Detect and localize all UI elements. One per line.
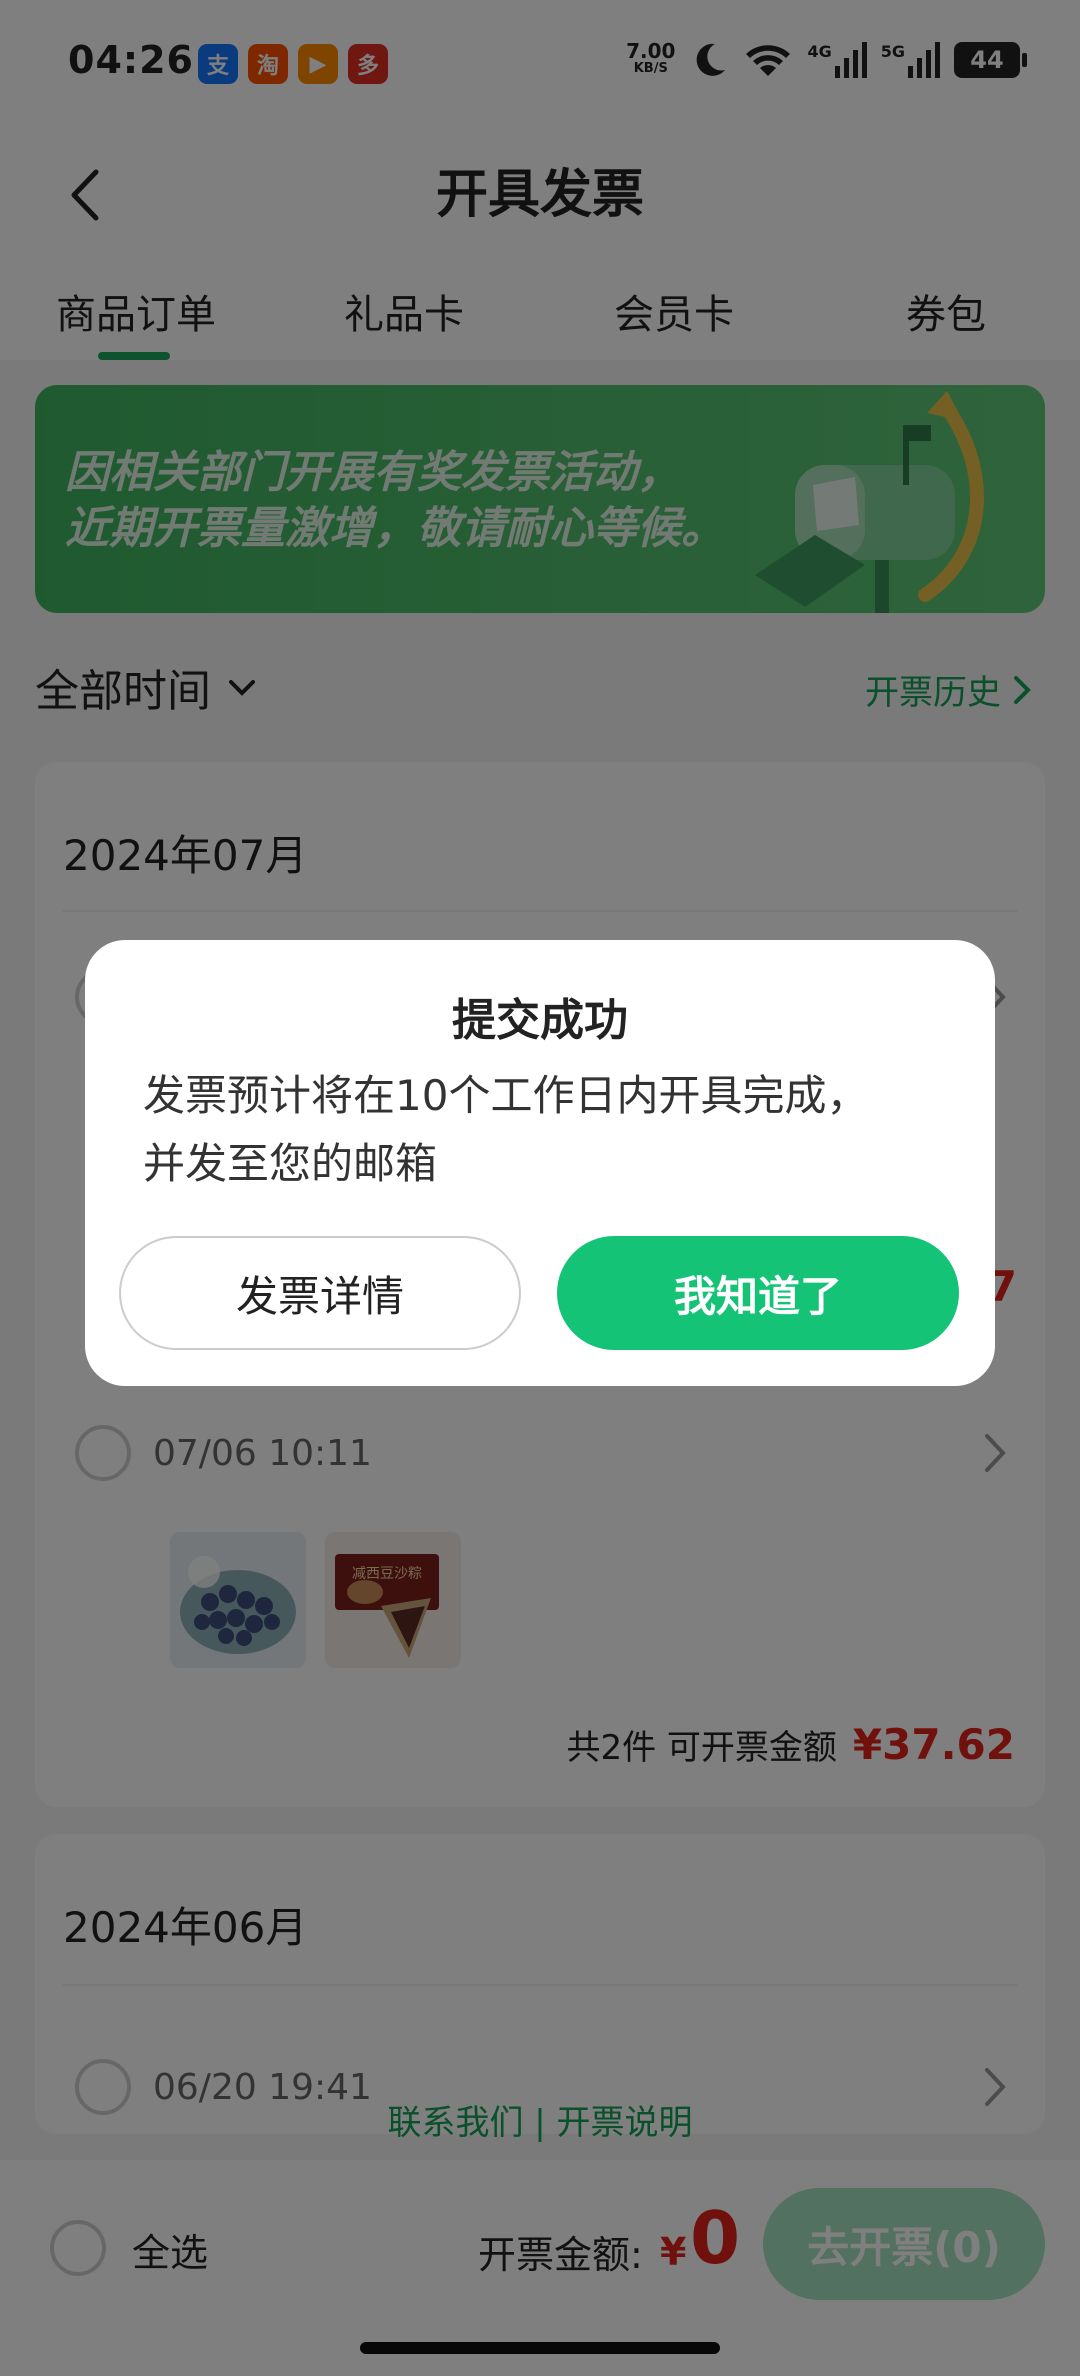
dialog-message: 发票预计将在10个工作日内开具完成， 并发至您的邮箱 — [143, 1062, 943, 1198]
dialog-message-line-2: 并发至您的邮箱 — [143, 1139, 438, 1188]
got-it-button[interactable]: 我知道了 — [557, 1236, 959, 1350]
dialog-title: 提交成功 — [452, 995, 628, 1046]
invoice-details-button[interactable]: 发票详情 — [119, 1236, 521, 1350]
dialog-message-line-1: 发票预计将在10个工作日内开具完成， — [143, 1071, 869, 1120]
submit-success-dialog: 提交成功 发票预计将在10个工作日内开具完成， 并发至您的邮箱 发票详情 我知道… — [85, 940, 995, 1386]
